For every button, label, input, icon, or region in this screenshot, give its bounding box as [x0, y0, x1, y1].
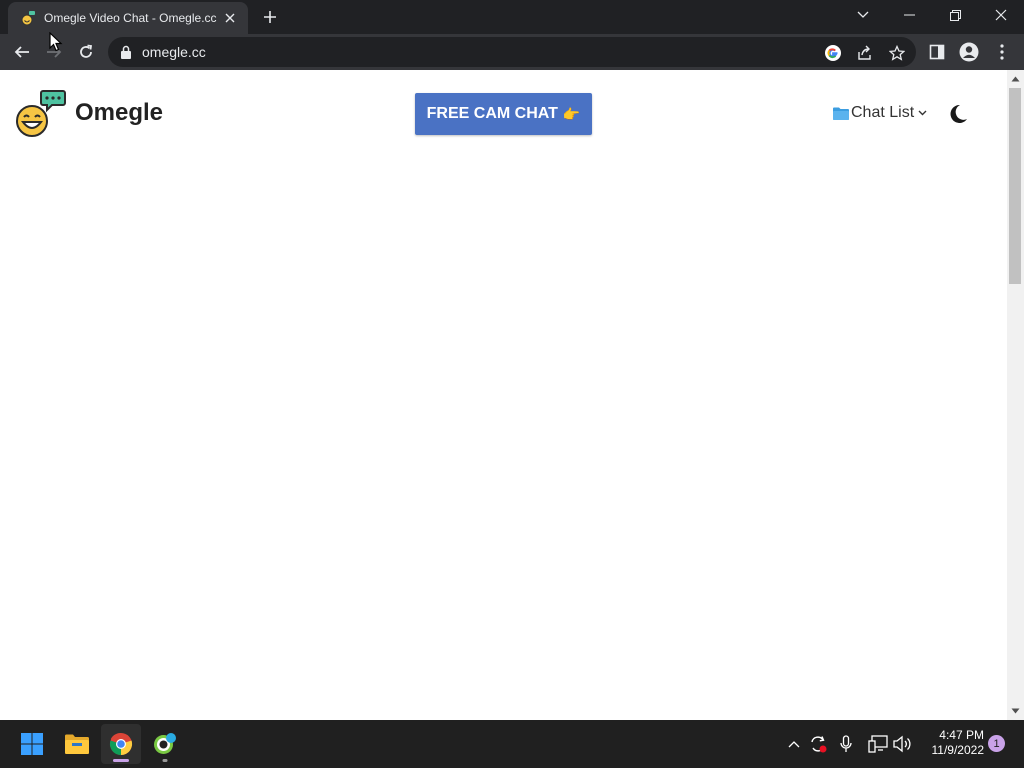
microphone-icon[interactable] [835, 733, 857, 755]
chevron-down-icon [918, 110, 927, 116]
start-windows-icon[interactable] [12, 724, 52, 764]
address-bar[interactable]: omegle.cc [108, 37, 916, 67]
page-scrollbar[interactable] [1007, 70, 1024, 720]
browser-titlebar: Omegle Video Chat - Omegle.cc [0, 0, 1024, 34]
share-icon[interactable] [856, 44, 874, 62]
close-window-icon[interactable] [978, 0, 1024, 30]
omegle-favicon-icon [21, 11, 35, 26]
close-tab-icon[interactable] [222, 10, 238, 26]
browser-toolbar: omegle.cc [0, 34, 1024, 70]
sync-recording-icon[interactable] [807, 733, 829, 755]
lock-icon [121, 45, 131, 59]
new-tab-icon[interactable] [258, 5, 282, 29]
network-icon[interactable] [867, 733, 889, 755]
url-text: omegle.cc [142, 44, 206, 60]
google-lens-icon[interactable] [824, 44, 842, 62]
chrome-taskbar-icon[interactable] [101, 724, 141, 764]
chrome-menu-icon[interactable] [991, 41, 1013, 63]
minimize-icon[interactable] [886, 0, 932, 30]
folder-icon [833, 107, 849, 120]
back-icon[interactable] [8, 38, 36, 66]
show-hidden-icons-chevron-up-icon[interactable] [783, 733, 805, 755]
tab-search-icon[interactable] [840, 0, 886, 30]
bookmark-star-icon[interactable] [888, 44, 906, 62]
side-panel-icon[interactable] [926, 41, 948, 63]
web-page: Omegle FREE CAM CHAT 👉 Chat List [0, 70, 1007, 720]
messenger-app-icon[interactable] [145, 724, 185, 764]
chat-list-dropdown[interactable]: Chat List [833, 104, 927, 122]
windows-taskbar: 4:47 PM 11/9/2022 1 [0, 720, 1024, 768]
free-cam-chat-button[interactable]: FREE CAM CHAT 👉 [415, 93, 592, 135]
file-explorer-icon[interactable] [57, 724, 97, 764]
active-app-indicator [113, 759, 129, 762]
mouse-cursor-icon [49, 32, 63, 52]
clock-date: 11/9/2022 [931, 743, 985, 757]
volume-icon[interactable] [891, 733, 913, 755]
profile-icon[interactable] [958, 41, 980, 63]
taskbar-clock[interactable]: 4:47 PM 11/9/2022 [918, 728, 985, 758]
dark-mode-moon-icon[interactable] [946, 102, 970, 126]
site-logo-text[interactable]: Omegle [75, 99, 163, 127]
reload-icon[interactable] [72, 38, 100, 66]
scrollbar-thumb[interactable] [1009, 88, 1021, 284]
restore-icon[interactable] [932, 0, 978, 30]
browser-tab[interactable]: Omegle Video Chat - Omegle.cc [8, 2, 248, 34]
notification-badge[interactable]: 1 [988, 735, 1005, 752]
cam-button-label: FREE CAM CHAT [426, 105, 558, 122]
clock-time: 4:47 PM [939, 728, 984, 742]
chat-list-label: Chat List [851, 104, 915, 121]
scroll-up-icon[interactable] [1011, 76, 1020, 82]
scroll-down-icon[interactable] [1011, 708, 1020, 714]
running-app-indicator [162, 759, 168, 762]
tab-title: Omegle Video Chat - Omegle.cc [44, 11, 217, 25]
pointing-finger-icon: 👉 [562, 105, 581, 122]
omegle-logo-icon[interactable] [14, 88, 66, 140]
